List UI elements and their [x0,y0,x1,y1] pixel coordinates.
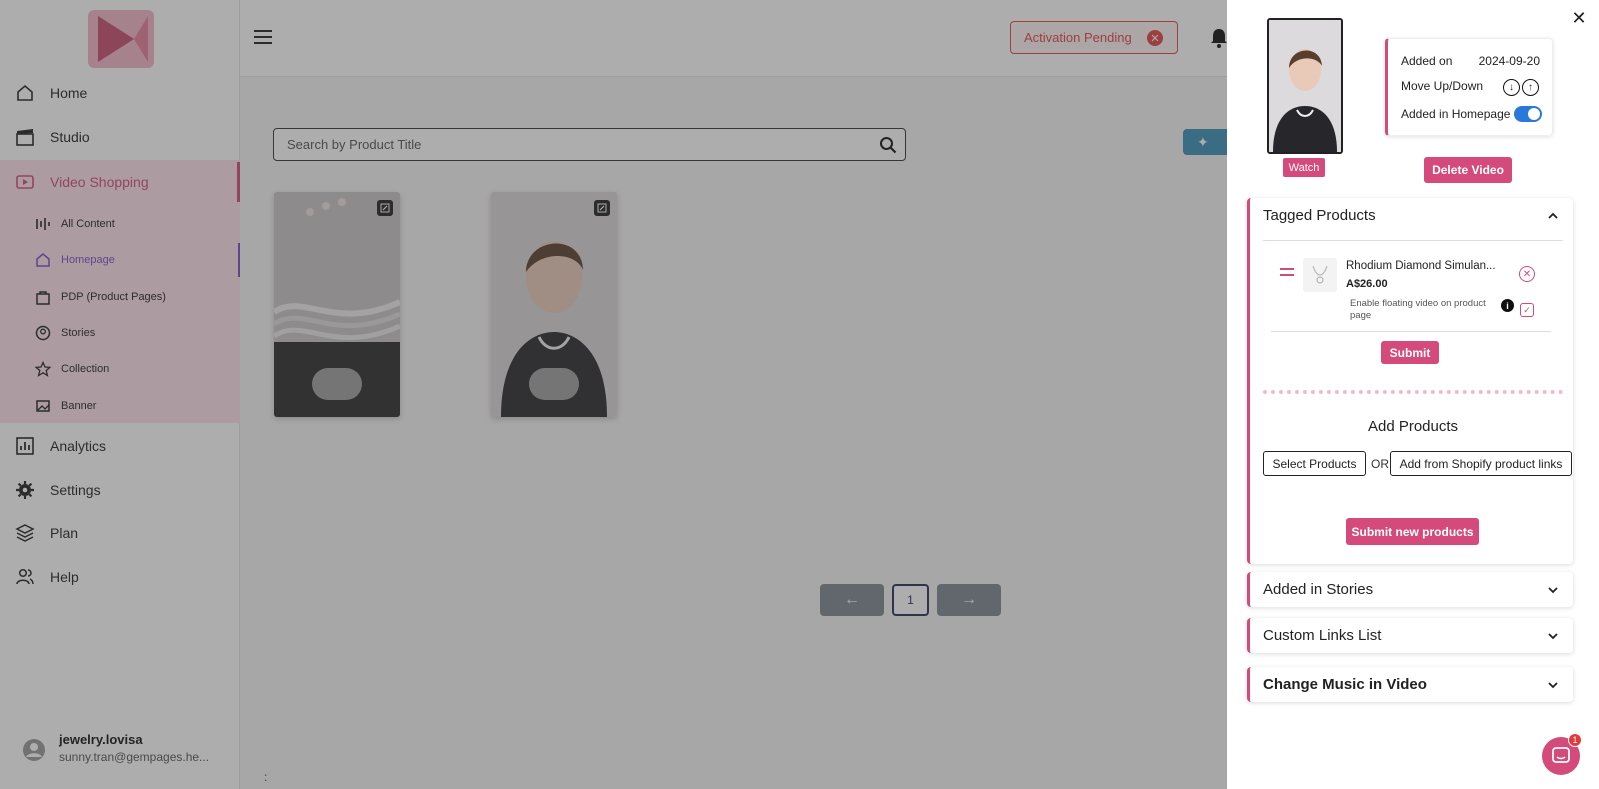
dotted-divider [1263,390,1563,394]
notification-badge: 1 [1568,733,1582,747]
video-preview-image [1269,20,1341,152]
select-products-button[interactable]: Select Products [1263,451,1366,476]
submit-new-products-button[interactable]: Submit new products [1346,518,1479,545]
change-music-section[interactable]: Change Music in Video [1247,667,1573,702]
chevron-up-icon[interactable] [1547,210,1559,222]
chevron-down-icon[interactable] [1547,679,1559,691]
move-label: Move Up/Down [1401,79,1484,93]
watch-button[interactable]: Watch [1283,158,1325,177]
add-shopify-links-button[interactable]: Add from Shopify product links [1390,451,1572,476]
floating-video-label: Enable floating video on product page [1350,298,1486,321]
remove-product-icon[interactable]: ✕ [1519,266,1535,282]
video-meta-card: Added on 2024-09-20 Move Up/Down ↓ ↑ Add… [1385,38,1553,136]
homepage-toggle[interactable] [1514,106,1542,122]
chevron-down-icon[interactable] [1547,584,1559,596]
video-detail-drawer: ✕ Watch Added on 2024-09-20 Move Up/Down… [1227,0,1599,789]
video-preview[interactable] [1267,18,1343,154]
divider [1271,331,1551,332]
tagged-products-section: Tagged Products Rhodium Diamond Simulan.… [1247,198,1573,564]
custom-links-title: Custom Links List [1263,627,1382,644]
added-in-stories-section[interactable]: Added in Stories [1247,572,1573,607]
added-on-label: Added on [1401,54,1453,68]
tagged-products-title[interactable]: Tagged Products [1263,207,1376,224]
divider [1263,240,1563,241]
drag-handle-icon[interactable] [1280,268,1294,276]
submit-button[interactable]: Submit [1381,341,1439,364]
change-music-title: Change Music in Video [1263,676,1427,693]
arrow-up-circle-icon[interactable]: ↑ [1522,79,1539,96]
close-icon[interactable]: ✕ [1569,8,1589,28]
chat-icon [1552,747,1570,763]
or-label: OR [1371,457,1389,471]
added-in-stories-title: Added in Stories [1263,581,1374,598]
added-on-value: 2024-09-20 [1478,54,1540,68]
arrow-down-circle-icon[interactable]: ↓ [1503,79,1520,96]
custom-links-section[interactable]: Custom Links List [1247,618,1573,653]
product-name: Rhodium Diamond Simulan... [1346,260,1496,272]
info-icon[interactable]: i [1501,299,1514,312]
product-price: A$26.00 [1346,278,1388,290]
move-controls: ↓ ↑ [1503,79,1543,97]
add-products-title: Add Products [1367,418,1459,435]
modal-backdrop[interactable] [0,0,1227,789]
product-thumbnail [1303,258,1337,292]
chat-launcher-button[interactable]: 1 [1542,733,1582,775]
delete-video-button[interactable]: Delete Video [1424,157,1512,183]
chevron-down-icon[interactable] [1547,630,1559,642]
homepage-label: Added in Homepage [1401,107,1511,121]
floating-video-checkbox[interactable]: ✓ [1520,303,1534,317]
